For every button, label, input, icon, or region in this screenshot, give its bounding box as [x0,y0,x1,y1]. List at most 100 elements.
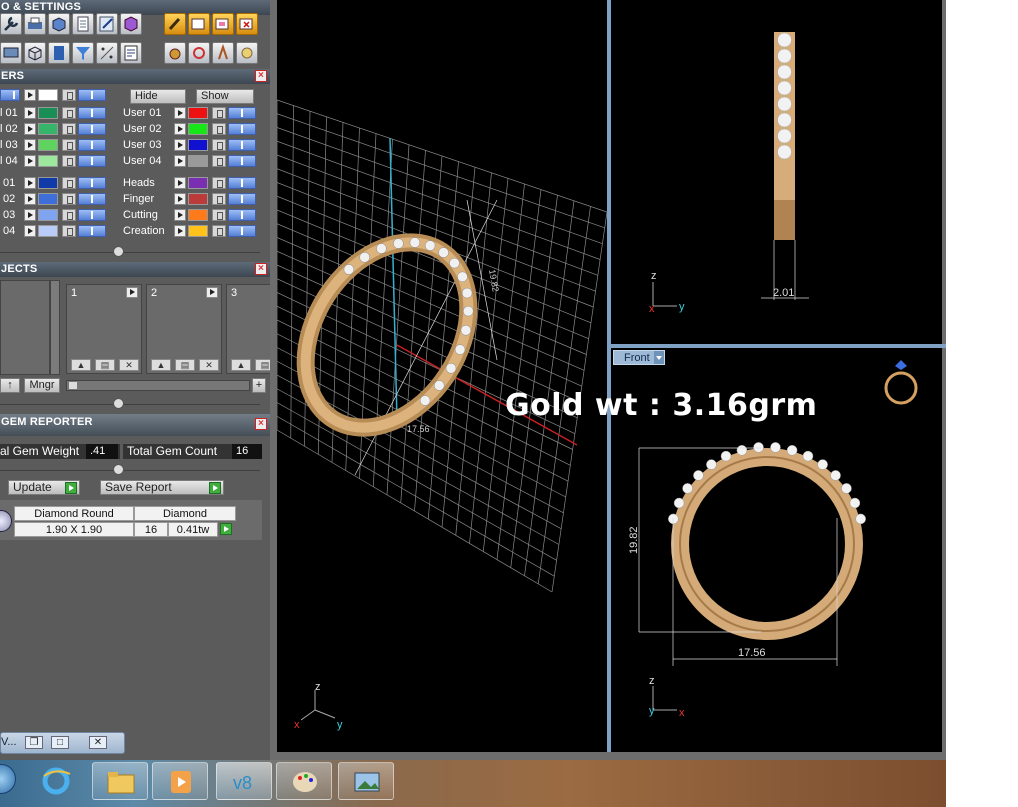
pave-icon[interactable] [236,42,258,64]
taskbar-paint[interactable] [276,762,332,800]
book-icon[interactable] [48,42,70,64]
layer-color-swatch[interactable] [188,107,208,119]
layer-arrow-icon[interactable] [24,177,36,189]
object-slot[interactable]: 3▲▤✕ [226,284,270,374]
layer-arrow-icon[interactable] [174,193,186,205]
taskbar-browser[interactable] [28,762,84,800]
object-scrollbar[interactable] [50,280,60,375]
gem-setting-icon[interactable] [164,42,186,64]
layer-color-swatch[interactable] [38,193,58,205]
lock-icon[interactable] [62,225,76,237]
slider-thumb[interactable] [69,382,77,389]
object-slot[interactable]: 1 ▲ ▤ ✕ [66,284,142,374]
object-list[interactable] [0,280,50,375]
ring-preview-icon[interactable] [884,360,918,405]
close-icon[interactable]: × [255,418,267,430]
window-close-icon[interactable] [236,13,258,35]
layer-arrow-icon[interactable] [174,209,186,221]
panel-resize-handle[interactable] [113,246,124,257]
chevron-right-icon[interactable] [206,287,218,298]
lock-icon[interactable] [212,225,226,237]
document-icon[interactable] [72,13,94,35]
lock-icon[interactable] [62,209,76,221]
lock-icon[interactable] [212,177,226,189]
start-button[interactable] [0,764,16,794]
edit-icon[interactable] [96,13,118,35]
lock-icon[interactable] [212,209,226,221]
scatter-icon[interactable] [96,42,118,64]
side-viewport[interactable]: 2.01 z x y [611,0,942,344]
layer-color-swatch[interactable] [188,155,208,167]
layer-visibility-toggle[interactable] [78,209,106,221]
window-stack-icon[interactable] [188,13,210,35]
layer-visibility-toggle[interactable] [228,193,256,205]
layer-arrow-icon[interactable] [24,209,36,221]
up-arrow-button[interactable]: ↑ [0,378,20,393]
prong-icon[interactable] [188,42,210,64]
taskbar-explorer[interactable] [92,762,148,800]
slot-delete-button[interactable]: ✕ [199,359,219,371]
layer-arrow-icon[interactable] [24,225,36,237]
manager-button[interactable]: Mngr [24,378,60,393]
layer-visibility-toggle[interactable] [228,123,256,135]
layer-arrow-icon[interactable] [174,139,186,151]
printer-icon[interactable] [24,13,46,35]
layer-visibility-toggle[interactable] [228,107,256,119]
layer-visibility-toggle[interactable] [228,209,256,221]
head-icon[interactable] [212,42,234,64]
taskbar-cad[interactable]: v8 [216,762,272,800]
layer-visibility-toggle[interactable] [78,107,106,119]
hide-button[interactable]: Hide [130,89,186,104]
layer-arrow-icon[interactable] [24,123,36,135]
lock-icon[interactable] [212,123,226,135]
lock-icon[interactable] [212,193,226,205]
close-icon[interactable]: ✕ [89,736,107,749]
slot-save-button[interactable]: ▤ [255,359,270,371]
lock-icon[interactable] [212,139,226,151]
layer-visibility-toggle[interactable] [228,139,256,151]
layer-color-swatch[interactable] [38,107,58,119]
layer-color-swatch[interactable] [38,225,58,237]
slot-save-button[interactable]: ▤ [175,359,195,371]
close-icon[interactable]: × [255,70,267,82]
layer-color-swatch[interactable] [188,123,208,135]
layer-arrow-icon[interactable] [174,123,186,135]
layer-arrow-icon[interactable] [24,193,36,205]
layer-visibility-toggle[interactable] [78,193,106,205]
layer-arrow-icon[interactable] [24,107,36,119]
layer-color-swatch[interactable] [38,123,58,135]
add-button[interactable]: + [252,378,266,393]
taskbar-photos[interactable] [338,762,394,800]
report-icon[interactable] [120,42,142,64]
slot-up-button[interactable]: ▲ [71,359,91,371]
perspective-viewport[interactable]: 19.82 17.56 z x y [277,0,607,752]
lock-icon[interactable] [62,155,76,167]
layer-all-color[interactable] [38,89,58,101]
object-slider[interactable] [66,380,250,391]
gem-box-icon[interactable] [120,13,142,35]
filter-icon[interactable] [72,42,94,64]
slot-up-button[interactable]: ▲ [231,359,251,371]
chevron-down-icon[interactable] [653,351,664,364]
layer-all-toggle[interactable] [0,89,20,101]
window-layout-icon[interactable] [212,13,234,35]
lock-icon[interactable] [212,155,226,167]
lock-icon[interactable] [212,107,226,119]
wrench-icon[interactable] [0,13,22,35]
layer-color-swatch[interactable] [188,193,208,205]
monitor-icon[interactable] [0,42,22,64]
lock-icon[interactable] [62,139,76,151]
wire-cube-icon[interactable] [24,42,46,64]
layer-color-swatch[interactable] [188,177,208,189]
lock-icon[interactable] [62,193,76,205]
layer-arrow-icon[interactable] [174,225,186,237]
restore-icon[interactable]: ❐ [25,736,43,749]
layer-arrow-icon[interactable] [24,155,36,167]
save-report-button[interactable]: Save Report [100,480,224,495]
layer-arrow-icon[interactable] [24,139,36,151]
layer-color-swatch[interactable] [38,209,58,221]
layer-visibility-toggle[interactable] [228,177,256,189]
panel-resize-handle[interactable] [113,398,124,409]
maximize-icon[interactable]: □ [51,736,69,749]
minimized-window[interactable]: V... ❐ □ ✕ [0,732,125,754]
